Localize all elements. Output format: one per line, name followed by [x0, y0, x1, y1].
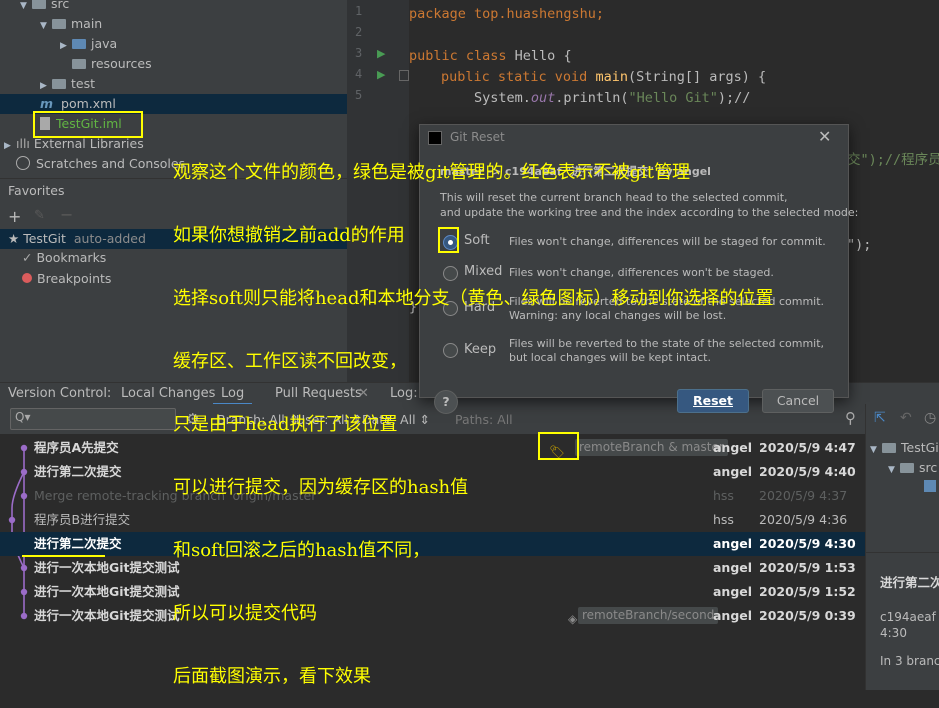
search-icon: Q▾ [15, 410, 31, 424]
file-icon [924, 480, 936, 492]
folder-icon [882, 443, 896, 453]
annotation-box-iml [33, 111, 143, 138]
scratches-icon [16, 156, 30, 170]
commit-time: 4:30 [880, 626, 907, 640]
changes-tree-root[interactable]: ▼ TestGi [870, 440, 939, 455]
maven-icon: m [40, 96, 54, 111]
commit-hash: c194aeaf a [880, 610, 939, 624]
code-line-11-tail: "); [847, 237, 872, 253]
code-line-3: public class Hello { [409, 48, 572, 64]
code-line-7-tail: 交");//程序员 [847, 152, 939, 168]
source-folder-icon [72, 39, 86, 49]
commit-title: 进行第二次 [880, 575, 939, 590]
run-icon[interactable]: ▶ [377, 68, 385, 81]
undo-icon[interactable]: ↶ [900, 410, 912, 426]
add-icon[interactable]: + [8, 207, 21, 226]
favorites-title: Favorites [8, 183, 65, 198]
folder-icon [52, 79, 66, 89]
code-line-1: package top.huashengshu; [409, 6, 605, 22]
run-icon[interactable]: ▶ [377, 47, 385, 60]
pin-icon[interactable]: ⇱ [874, 410, 886, 426]
library-icon: ıllı [16, 136, 30, 151]
chevron-down-icon[interactable]: ▼ [40, 16, 52, 36]
edit-icon[interactable]: ✎ [34, 208, 45, 223]
favorite-item-breakpoints[interactable]: Breakpoints [22, 271, 111, 286]
resources-folder-icon [72, 59, 86, 69]
fold-icon[interactable] [399, 70, 409, 81]
chevron-down-icon[interactable]: ▼ [20, 0, 32, 16]
chevron-down-icon: ▼ [870, 445, 877, 455]
folder-icon [52, 19, 66, 29]
annotation-underline [22, 555, 105, 557]
breakpoint-icon [22, 273, 32, 283]
favorite-item-bookmarks[interactable]: ✓ Bookmarks [22, 250, 106, 265]
tree-item-scratches[interactable]: Scratches and Consoles [16, 154, 185, 174]
star-icon: ★ [8, 231, 20, 246]
search-input[interactable]: Q▾ [10, 408, 176, 430]
folder-icon [900, 463, 914, 473]
check-icon: ✓ [22, 250, 33, 265]
search-icon[interactable]: ⚲ [845, 409, 856, 427]
chevron-down-icon: ▼ [888, 465, 895, 475]
code-line-5: System.out.println("Hello Git");// [474, 90, 751, 106]
tree-item-resources[interactable]: resources [72, 54, 152, 74]
commit-branches: In 3 branc [880, 654, 939, 668]
divider [866, 552, 939, 553]
vc-title: Version Control: [8, 386, 112, 401]
chevron-right-icon[interactable]: ▶ [4, 136, 16, 156]
tree-item-src[interactable]: ▼ src [20, 0, 69, 14]
changes-tree-src[interactable]: ▼ src [888, 460, 937, 475]
code-line-4: public static void main(String[] args) { [441, 69, 767, 85]
annotation-text: 观察这个文件的颜色，绿色是被git管理的。红色表示不被git管理 如果你想撤销之… [173, 162, 774, 687]
tree-item-java[interactable]: ▶ java [60, 34, 117, 54]
clock-icon[interactable]: ◷ [924, 410, 936, 426]
close-icon[interactable]: ✕ [818, 127, 831, 146]
chevron-right-icon[interactable]: ▶ [40, 76, 52, 96]
commit-details-panel: ⇱ ↶ ◷ ▼TestGi ▼src 进行第二次 c194aeaf a 4:30… [865, 404, 939, 690]
remove-icon[interactable]: − [60, 205, 73, 224]
tree-item-test[interactable]: ▶ test [40, 74, 95, 94]
folder-icon [32, 0, 46, 9]
tree-item-main[interactable]: ▼ main [40, 14, 102, 34]
chevron-right-icon[interactable]: ▶ [60, 36, 72, 56]
